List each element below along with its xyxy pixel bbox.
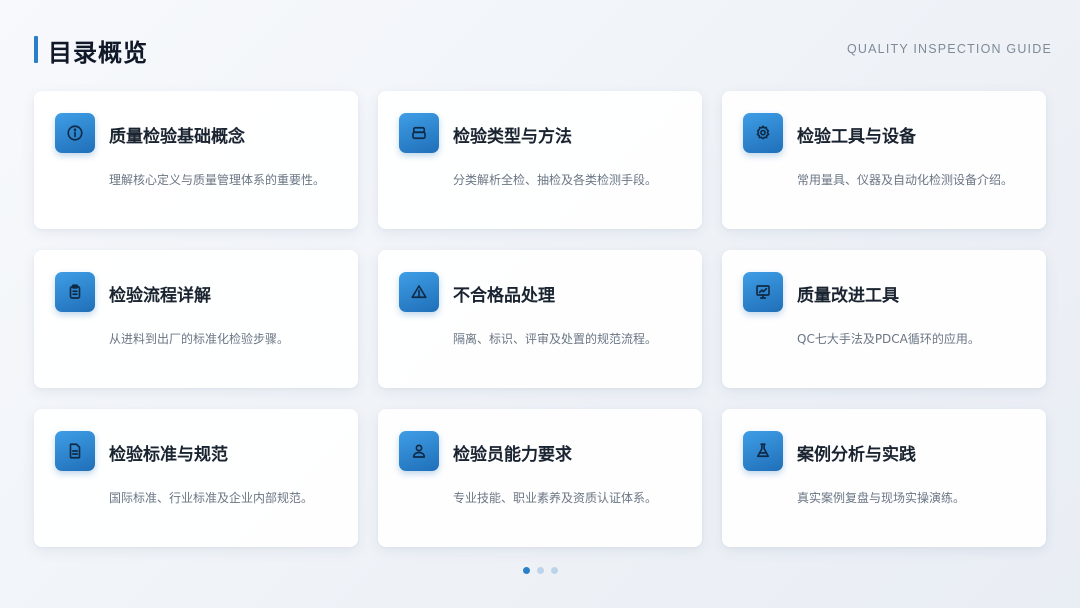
card-title: 案例分析与实践 — [797, 445, 916, 465]
card-title: 检验工具与设备 — [797, 127, 916, 147]
toc-card-standards[interactable]: 检验标准与规范 国际标准、行业标准及企业内部规范。 — [34, 409, 358, 547]
pagination-dot-3[interactable] — [551, 567, 558, 574]
card-description: 分类解析全检、抽检及各类检测手段。 — [453, 173, 658, 187]
toc-card-case-study[interactable]: 案例分析与实践 真实案例复盘与现场实操演练。 — [722, 409, 1046, 547]
title-accent-bar — [34, 36, 38, 63]
page-subtitle: QUALITY INSPECTION GUIDE — [847, 42, 1052, 56]
toc-card-inspector-skills[interactable]: 检验员能力要求 专业技能、职业素养及资质认证体系。 — [378, 409, 702, 547]
card-description: 国际标准、行业标准及企业内部规范。 — [109, 491, 314, 505]
presentation-chart-icon — [743, 272, 783, 312]
card-description: 隔离、标识、评审及处置的规范流程。 — [453, 332, 658, 346]
card-description: 从进料到出厂的标准化检验步骤。 — [109, 332, 290, 346]
card-title: 质量改进工具 — [797, 286, 899, 306]
pagination-dot-2[interactable] — [537, 567, 544, 574]
layers-icon — [399, 113, 439, 153]
card-title: 质量检验基础概念 — [109, 127, 245, 147]
clipboard-icon — [55, 272, 95, 312]
toc-grid: 质量检验基础概念 理解核心定义与质量管理体系的重要性。 检验类型与方法 分类解析… — [34, 91, 1046, 547]
gear-icon — [743, 113, 783, 153]
card-description: 常用量具、仪器及自动化检测设备介绍。 — [797, 173, 1014, 187]
toc-card-process[interactable]: 检验流程详解 从进料到出厂的标准化检验步骤。 — [34, 250, 358, 388]
document-icon — [55, 431, 95, 471]
info-icon — [55, 113, 95, 153]
flask-icon — [743, 431, 783, 471]
card-title: 检验类型与方法 — [453, 127, 572, 147]
warning-icon — [399, 272, 439, 312]
card-description: QC七大手法及PDCA循环的应用。 — [797, 332, 980, 346]
toc-card-nonconforming[interactable]: 不合格品处理 隔离、标识、评审及处置的规范流程。 — [378, 250, 702, 388]
card-title: 检验员能力要求 — [453, 445, 572, 465]
pagination-dots — [523, 567, 558, 574]
page-title: 目录概览 — [48, 39, 148, 67]
pagination-dot-1[interactable] — [523, 567, 530, 574]
user-icon — [399, 431, 439, 471]
card-description: 理解核心定义与质量管理体系的重要性。 — [109, 173, 326, 187]
card-title: 检验标准与规范 — [109, 445, 228, 465]
toc-card-inspection-types[interactable]: 检验类型与方法 分类解析全检、抽检及各类检测手段。 — [378, 91, 702, 229]
toc-card-basic-concepts[interactable]: 质量检验基础概念 理解核心定义与质量管理体系的重要性。 — [34, 91, 358, 229]
card-description: 真实案例复盘与现场实操演练。 — [797, 491, 966, 505]
card-description: 专业技能、职业素养及资质认证体系。 — [453, 491, 658, 505]
toc-card-improvement-tools[interactable]: 质量改进工具 QC七大手法及PDCA循环的应用。 — [722, 250, 1046, 388]
card-title: 不合格品处理 — [453, 286, 555, 306]
card-title: 检验流程详解 — [109, 286, 211, 306]
toc-card-tools-equipment[interactable]: 检验工具与设备 常用量具、仪器及自动化检测设备介绍。 — [722, 91, 1046, 229]
